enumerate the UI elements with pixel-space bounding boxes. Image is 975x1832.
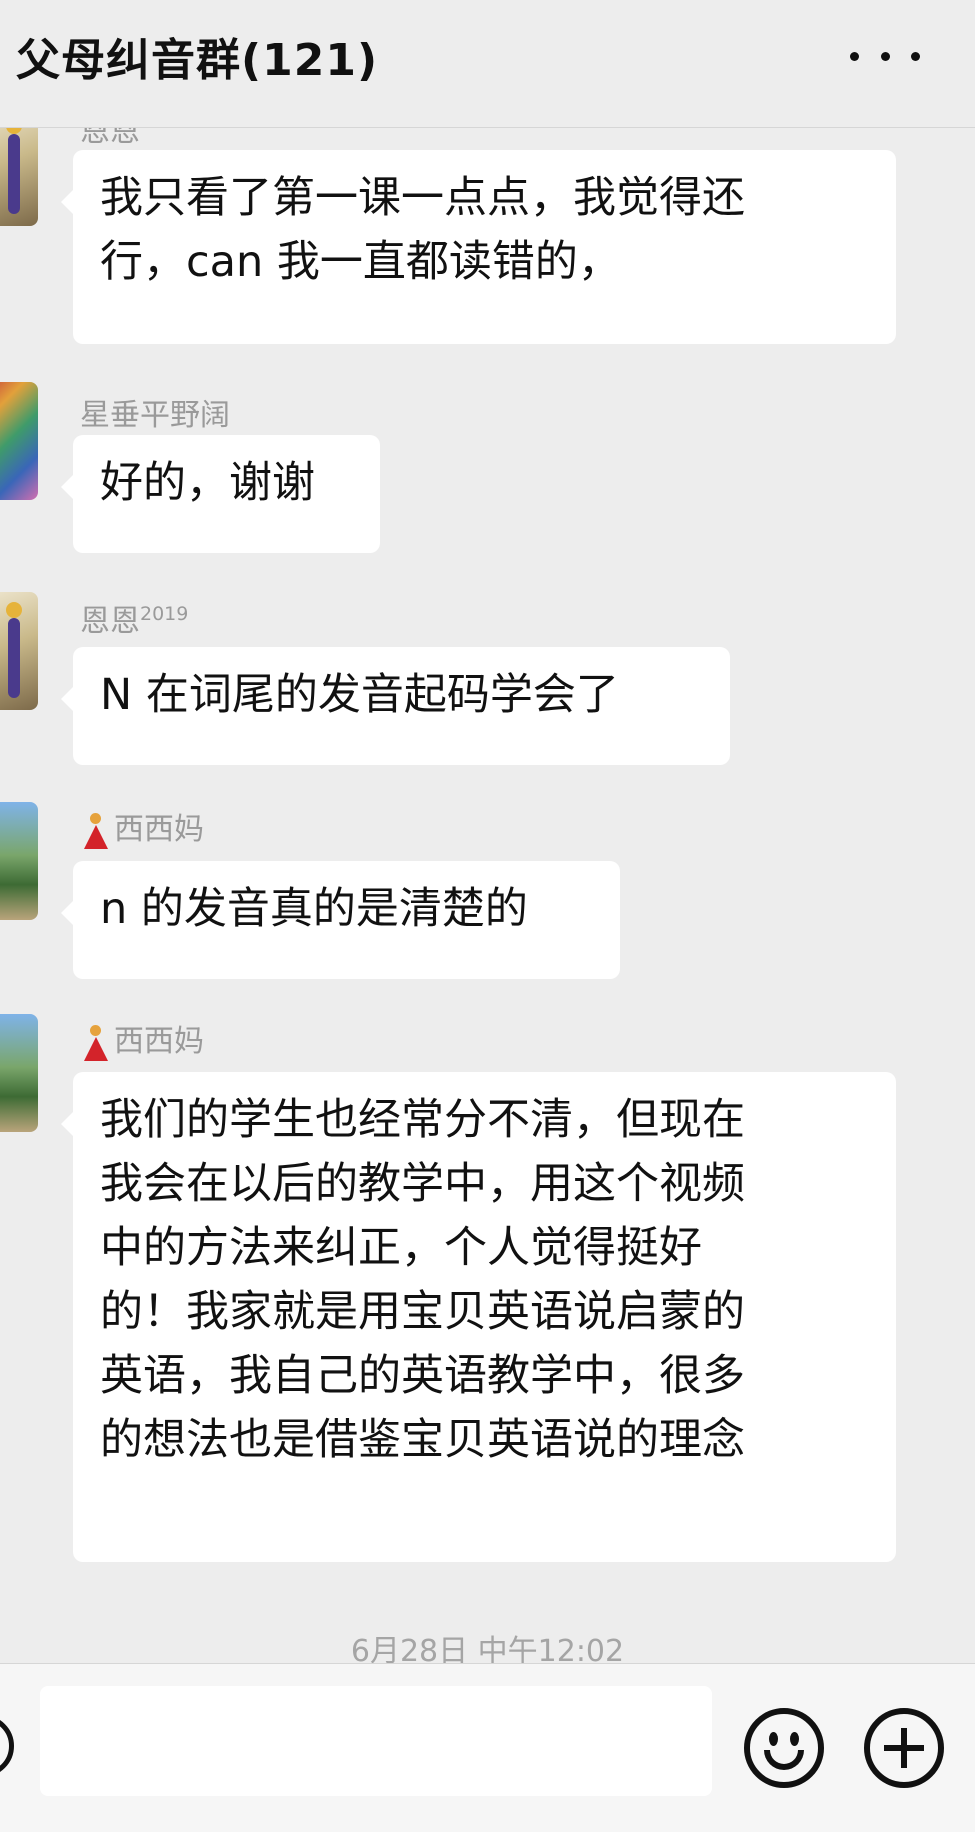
message-timestamp: 6月28日 中午12:02 <box>350 1634 625 1663</box>
dancer-emoji-icon <box>80 1023 110 1063</box>
message-list[interactable]: 恩恩 我只看了第一课一点点，我觉得还 行，can 我一直都读错的， 星垂平野阔 … <box>0 128 975 1663</box>
avatar-sender-2[interactable] <box>0 382 38 500</box>
message-bubble[interactable]: 我们的学生也经常分不清，但现在 我会在以后的教学中，用这个视频 中的方法来纠正，… <box>61 1072 896 1562</box>
sender-name: 西西妈 <box>80 1016 204 1063</box>
chat-header: 父母纠音群(121) <box>0 0 975 128</box>
more-actions-button[interactable] <box>864 1708 944 1788</box>
message-bubble[interactable]: 好的，谢谢 <box>61 435 380 553</box>
avatar-sender-3[interactable] <box>0 1014 38 1132</box>
message-bubble[interactable]: n 的发音真的是清楚的 <box>61 861 620 979</box>
chat-title: 父母纠音群(121) <box>16 35 379 86</box>
sender-name-suffix: 2019 <box>140 603 189 625</box>
more-options-button[interactable] <box>850 32 920 80</box>
emoji-icon <box>769 1732 778 1746</box>
voice-icon[interactable] <box>0 1715 14 1777</box>
avatar-sender-1[interactable] <box>0 592 38 710</box>
sender-name: 恩恩 <box>80 128 140 149</box>
avatar-sender-1[interactable] <box>0 128 38 226</box>
sender-name: 恩恩2019 <box>80 603 189 639</box>
more-dots-icon <box>850 51 859 61</box>
dancer-emoji-icon <box>80 811 110 851</box>
input-bar <box>0 1663 975 1832</box>
avatar-sender-3[interactable] <box>0 802 38 920</box>
emoji-button[interactable] <box>744 1708 824 1788</box>
sender-name: 西西妈 <box>80 804 204 851</box>
sender-name: 星垂平野阔 <box>80 398 230 433</box>
message-bubble[interactable]: N 在词尾的发音起码学会了 <box>61 647 730 765</box>
message-bubble[interactable]: 我只看了第一课一点点，我觉得还 行，can 我一直都读错的， <box>61 150 896 344</box>
message-input[interactable] <box>40 1686 712 1796</box>
